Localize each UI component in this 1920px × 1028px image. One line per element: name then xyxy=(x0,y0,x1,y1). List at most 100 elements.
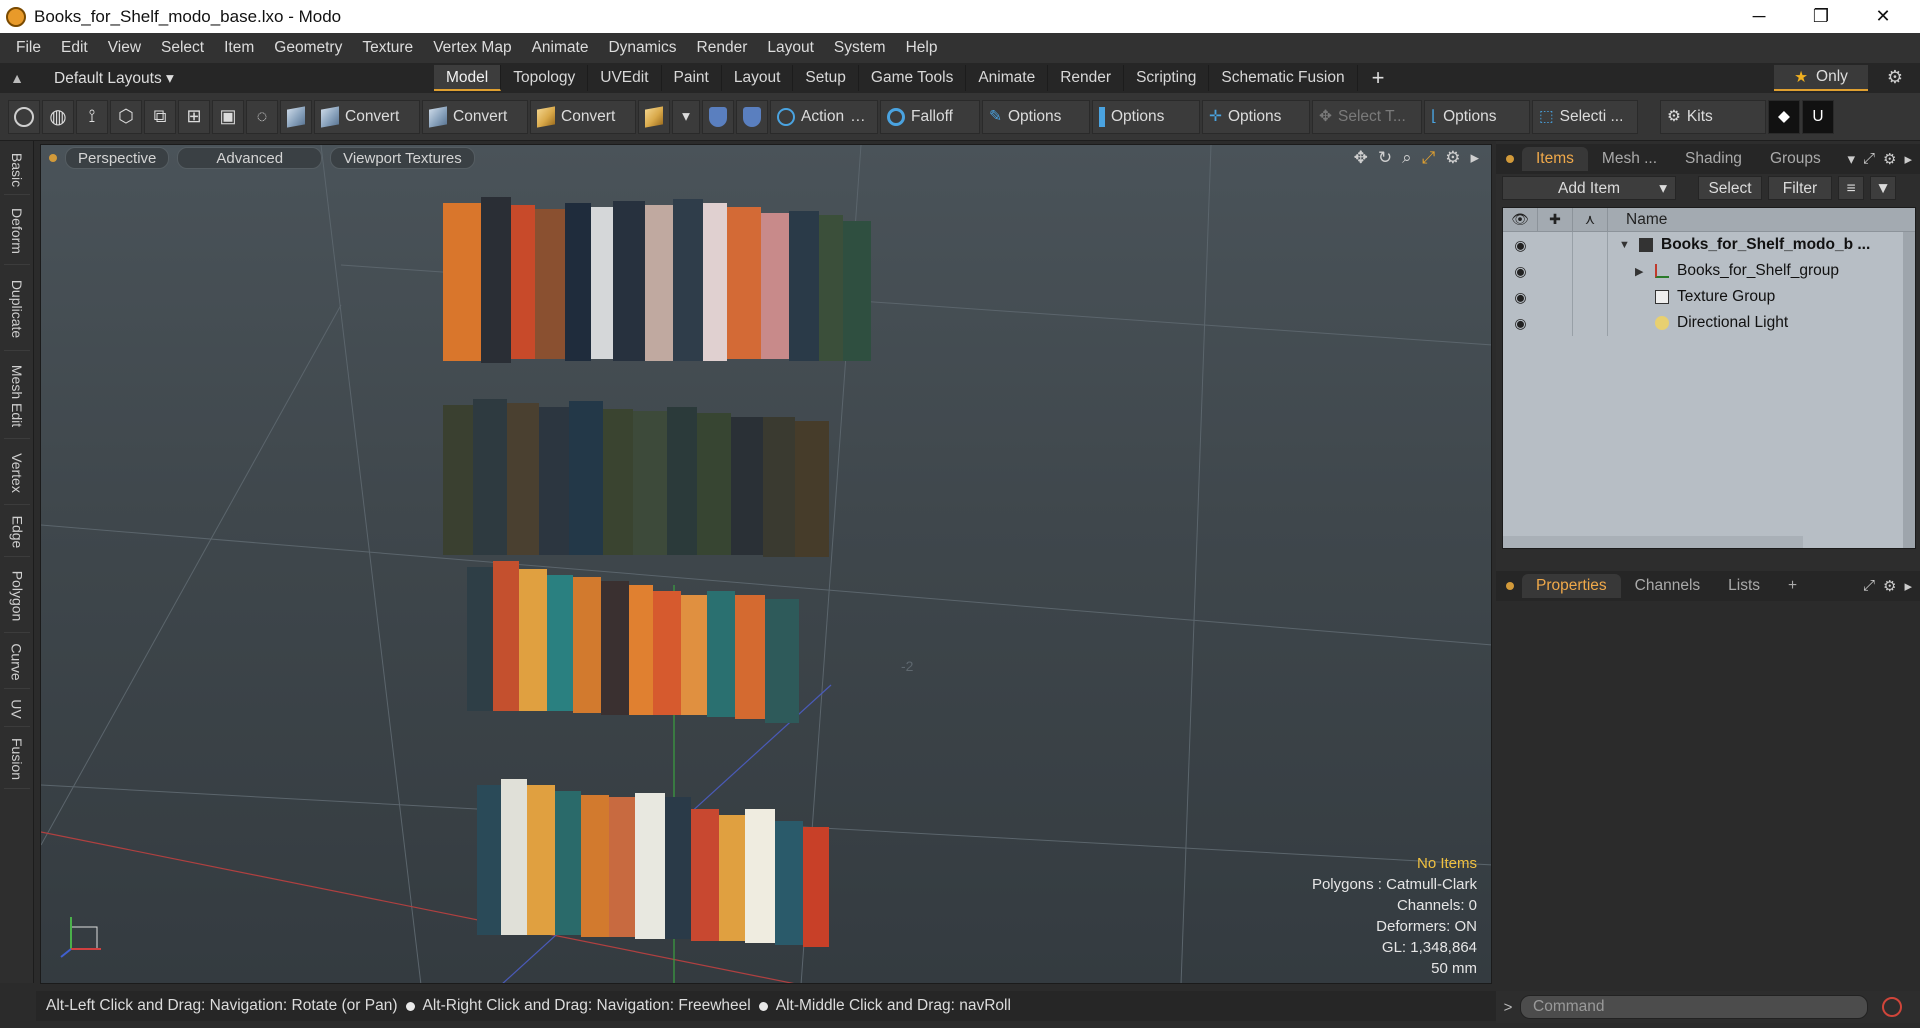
maximize-icon[interactable]: ⤢ xyxy=(1422,148,1436,168)
gear-icon[interactable]: ⚙ xyxy=(1883,577,1896,595)
menu-file[interactable]: File xyxy=(6,39,51,57)
add-tab-button[interactable]: + xyxy=(1372,65,1385,91)
eye-icon[interactable]: ◉ xyxy=(1503,315,1538,332)
options-button-2[interactable]: Options xyxy=(1092,99,1200,134)
restore-button[interactable]: ❐ xyxy=(1790,0,1852,33)
menu-help[interactable]: Help xyxy=(896,39,948,57)
play-icon[interactable]: ▸ xyxy=(1904,150,1912,168)
tab-setup[interactable]: Setup xyxy=(793,65,859,91)
viewport-menu-dot-icon[interactable] xyxy=(49,154,57,162)
tab-items[interactable]: Items xyxy=(1522,147,1588,171)
material-select-button[interactable]: ◌ xyxy=(246,99,278,134)
viewport-gear-icon[interactable]: ⚙ xyxy=(1445,148,1460,168)
gear-icon[interactable]: ⚙ xyxy=(1883,150,1896,168)
convert-button-3[interactable]: Convert xyxy=(530,99,636,134)
tab-shading[interactable]: Shading xyxy=(1671,147,1756,171)
item-row-texture-group[interactable]: ◉ Texture Group xyxy=(1503,284,1915,310)
perspective-button[interactable]: Perspective xyxy=(65,147,170,169)
unreal-button[interactable]: U xyxy=(1802,99,1834,134)
collapse-arrow-icon[interactable]: ▶ xyxy=(1635,265,1643,278)
vtab-polygon[interactable]: Polygon xyxy=(4,559,30,633)
command-input[interactable]: Command xyxy=(1520,995,1868,1019)
convert-button-2[interactable]: Convert xyxy=(422,99,528,134)
panel-menu-dot-icon[interactable] xyxy=(1506,155,1514,163)
item-row-light[interactable]: ◉ Directional Light xyxy=(1503,310,1915,336)
vtab-vertex[interactable]: Vertex xyxy=(4,441,30,505)
menu-texture[interactable]: Texture xyxy=(352,39,423,57)
vtab-curve[interactable]: Curve xyxy=(4,635,30,689)
vtab-fusion[interactable]: Fusion xyxy=(4,729,30,789)
tab-properties[interactable]: Properties xyxy=(1522,574,1621,598)
vtab-edge[interactable]: Edge xyxy=(4,507,30,557)
item-row-group[interactable]: ◉ ▶ Books_for_Shelf_group xyxy=(1503,258,1915,284)
menu-edit[interactable]: Edit xyxy=(51,39,98,57)
vtab-uv[interactable]: UV xyxy=(4,691,30,727)
tab-groups[interactable]: Groups xyxy=(1756,147,1835,171)
rotate-icon[interactable]: ↻ xyxy=(1378,148,1392,168)
record-macro-icon[interactable] xyxy=(1882,997,1902,1017)
3d-viewport[interactable]: -2 Perspective Advanced Viewport Texture… xyxy=(40,144,1492,984)
tab-schematic-fusion[interactable]: Schematic Fusion xyxy=(1209,65,1358,91)
filter-button[interactable]: Filter xyxy=(1768,176,1832,200)
expand-arrow-icon[interactable]: ▼ xyxy=(1619,239,1630,251)
tab-render[interactable]: Render xyxy=(1048,65,1125,91)
minimize-button[interactable]: ─ xyxy=(1728,0,1790,33)
close-button[interactable]: ✕ xyxy=(1852,0,1914,33)
add-item-button[interactable]: Add Item ▾ xyxy=(1502,176,1676,200)
symmetry-button[interactable] xyxy=(702,99,734,134)
advanced-button[interactable]: Advanced xyxy=(177,147,323,169)
tab-scripting[interactable]: Scripting xyxy=(1124,65,1210,91)
item-select-button[interactable]: ⧉ xyxy=(144,99,176,134)
tab-channels[interactable]: Channels xyxy=(1621,574,1715,598)
default-layouts-dropdown[interactable]: Default Layouts ▾ xyxy=(34,69,434,88)
menu-select[interactable]: Select xyxy=(151,39,214,57)
tab-paint[interactable]: Paint xyxy=(662,65,722,91)
expand-icon[interactable]: ⤢ xyxy=(1863,577,1875,595)
tab-game-tools[interactable]: Game Tools xyxy=(859,65,967,91)
viewport-textures-button[interactable]: Viewport Textures xyxy=(330,147,475,169)
tab-model[interactable]: Model xyxy=(434,65,502,91)
funnel-icon[interactable]: ▼ xyxy=(1870,176,1896,200)
add-panel-tab-button[interactable]: + xyxy=(1774,574,1811,598)
vtab-basic[interactable]: Basic xyxy=(4,145,30,195)
gear-icon[interactable]: ⚙ xyxy=(1884,67,1906,89)
menu-item[interactable]: Item xyxy=(214,39,264,57)
vertex-select-button[interactable] xyxy=(8,99,40,134)
only-button[interactable]: ★ Only xyxy=(1774,65,1868,91)
chevron-down-icon[interactable]: ▾ xyxy=(1847,150,1855,168)
tab-mesh[interactable]: Mesh ... xyxy=(1588,147,1671,171)
menu-dynamics[interactable]: Dynamics xyxy=(598,39,686,57)
snapping-button[interactable] xyxy=(736,99,768,134)
pan-icon[interactable]: ✥ xyxy=(1354,148,1368,168)
vtab-duplicate[interactable]: Duplicate xyxy=(4,267,30,351)
item-list-vertical-scrollbar[interactable] xyxy=(1903,232,1915,548)
eye-icon[interactable]: ◉ xyxy=(1503,237,1538,254)
menu-animate[interactable]: Animate xyxy=(522,39,599,57)
select-button[interactable]: Select xyxy=(1698,176,1762,200)
center-select-button[interactable]: ▣ xyxy=(212,99,244,134)
action-center-button[interactable]: Action… xyxy=(770,99,878,134)
menu-geometry[interactable]: Geometry xyxy=(264,39,352,57)
dropdown-button[interactable]: ▾ xyxy=(672,99,700,134)
tab-animate[interactable]: Animate xyxy=(966,65,1049,91)
collapse-up-icon[interactable]: ▲ xyxy=(0,70,34,86)
eye-icon[interactable]: ◉ xyxy=(1503,263,1538,280)
vtab-deform[interactable]: Deform xyxy=(4,197,30,265)
menu-vertex-map[interactable]: Vertex Map xyxy=(423,39,521,57)
vtab-mesh-edit[interactable]: Mesh Edit xyxy=(4,353,30,439)
options-button-1[interactable]: ✎ Options xyxy=(982,99,1090,134)
play-icon[interactable]: ▸ xyxy=(1470,148,1479,168)
convert-button-1[interactable]: Convert xyxy=(314,99,420,134)
eye-icon[interactable]: ◉ xyxy=(1503,289,1538,306)
kits-button[interactable]: ⚙ Kits xyxy=(1660,99,1766,134)
menu-system[interactable]: System xyxy=(824,39,896,57)
panel-menu-dot-icon[interactable] xyxy=(1506,582,1514,590)
falloff-button[interactable]: Falloff xyxy=(880,99,980,134)
zoom-icon[interactable]: ⌕ xyxy=(1402,148,1412,168)
polygon-select-button[interactable]: ⬡ xyxy=(110,99,142,134)
menu-layout[interactable]: Layout xyxy=(757,39,824,57)
options-button-4[interactable]: ⌊ Options xyxy=(1424,99,1530,134)
unity-button[interactable]: ◆ xyxy=(1768,99,1800,134)
globe-select-button[interactable]: ◍ xyxy=(42,99,74,134)
play-icon[interactable]: ▸ xyxy=(1904,577,1912,595)
